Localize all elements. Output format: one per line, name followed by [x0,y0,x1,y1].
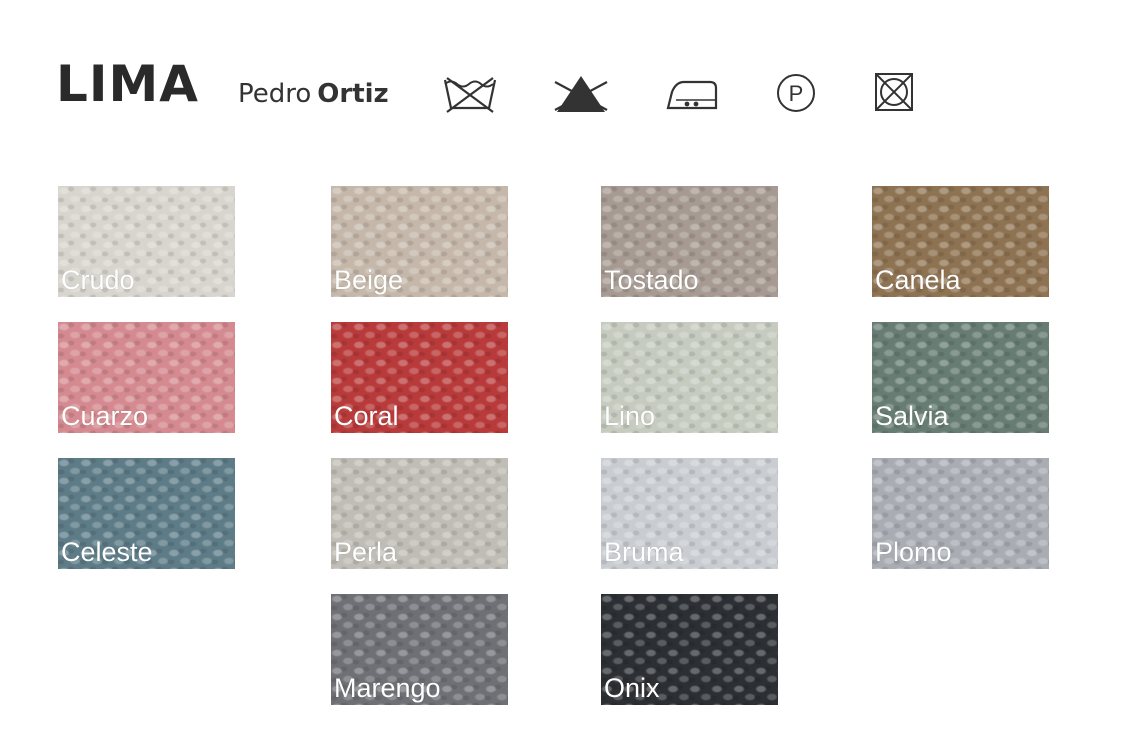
swatch-label: Lino [604,401,656,431]
swatch-label: Plomo [875,537,952,567]
swatch-label: Marengo [334,673,441,703]
collection-title: LIMA [56,55,199,113]
svg-text:P: P [789,81,804,106]
swatch-bruma: Bruma [601,458,778,569]
swatch-label: Onix [604,673,660,703]
brand-first-name: Pedro [238,79,312,109]
swatch-lino: Lino [601,322,778,433]
swatch-cuarzo: Cuarzo [58,322,235,433]
swatch-perla: Perla [331,458,508,569]
swatch-label: Canela [875,265,961,295]
swatch-tostado: Tostado [601,186,778,297]
swatch-salvia: Salvia [872,322,1049,433]
swatch-label: Crudo [61,265,135,295]
swatch-label: Perla [334,537,398,567]
swatch-crudo: Crudo [58,186,235,297]
dry-clean-p-icon: P [774,70,818,116]
brand-name: Pedro Ortiz [238,78,389,110]
iron-two-dots-icon [664,70,720,116]
swatch-plomo: Plomo [872,458,1049,569]
swatch-onix: Onix [601,594,778,705]
swatch-marengo: Marengo [331,594,508,705]
swatch-label: Salvia [875,401,949,431]
swatch-beige: Beige [331,186,508,297]
swatch-celeste: Celeste [58,458,235,569]
no-bleach-icon [551,70,611,116]
hand-wash-crossed-icon [441,70,499,116]
swatch-label: Beige [334,265,404,295]
swatch-label: Coral [334,401,399,431]
no-tumble-dry-icon [872,70,916,116]
swatch-label: Tostado [604,265,699,295]
swatch-label: Bruma [604,537,684,567]
swatch-coral: Coral [331,322,508,433]
swatch-canela: Canela [872,186,1049,297]
brand-last-name: Ortiz [317,79,389,109]
swatch-label: Celeste [61,537,153,567]
swatch-label: Cuarzo [61,401,149,431]
